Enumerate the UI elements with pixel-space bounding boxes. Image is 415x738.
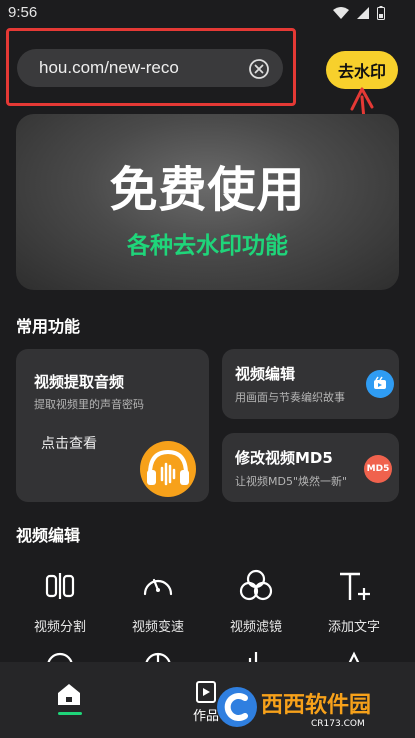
status-time: 9:56 (8, 4, 38, 21)
url-input-value[interactable]: hou.com/new-reco (39, 58, 239, 78)
wifi-icon (333, 7, 349, 19)
tool-video-speed[interactable]: 视频变速 (118, 568, 198, 635)
tool-video-split[interactable]: 视频分割 (20, 568, 100, 635)
split-icon (45, 573, 75, 599)
tool-add-text[interactable]: 添加文字 (314, 568, 394, 635)
audio-extract-icon (140, 441, 196, 497)
status-bar: 9:56 (0, 0, 415, 28)
watermark-logo: 西西软件园 CR173.COM (217, 687, 371, 729)
extract-audio-title: 视频提取音频 (34, 373, 125, 391)
status-icons (333, 6, 385, 20)
watermark-subtext: CR173.COM (311, 719, 365, 729)
tool-video-filter[interactable]: 视频滤镜 (216, 568, 296, 635)
clear-icon[interactable] (248, 58, 270, 80)
tool-label: 视频分割 (33, 620, 86, 635)
common-functions-title: 常用功能 (16, 317, 81, 336)
watermark-text: 西西软件园 (261, 692, 371, 718)
banner-title: 免费使用 (109, 162, 306, 218)
tool-label: 视频变速 (131, 620, 184, 635)
add-text-icon (340, 572, 370, 600)
tool-label: 添加文字 (327, 620, 380, 635)
modify-md5-desc: 让视频MD5"焕然一新" (235, 475, 348, 488)
remove-watermark-button[interactable]: 去水印 (326, 51, 398, 89)
signal-icon (357, 7, 369, 19)
video-edit-badge-icon (366, 370, 394, 398)
works-icon[interactable] (196, 681, 216, 703)
view-link[interactable]: 点击查看 (41, 433, 97, 453)
home-active-indicator (58, 712, 82, 715)
video-editing-title: 视频编辑 (16, 526, 81, 545)
extract-audio-desc: 提取视频里的声音密码 (34, 398, 144, 411)
video-edit-desc: 用画面与节奏编织故事 (235, 391, 345, 404)
md5-badge: MD5 (364, 455, 392, 483)
modify-md5-title: 修改视频MD5 (235, 449, 333, 467)
home-icon[interactable] (56, 682, 82, 706)
speedometer-icon (143, 578, 173, 596)
tool-label: 视频滤镜 (229, 620, 282, 635)
battery-icon (377, 6, 385, 20)
filter-icon (239, 569, 273, 601)
banner-subtitle: 各种去水印功能 (127, 233, 288, 259)
url-input[interactable]: hou.com/new-reco (17, 49, 283, 87)
video-edit-title: 视频编辑 (235, 365, 296, 383)
